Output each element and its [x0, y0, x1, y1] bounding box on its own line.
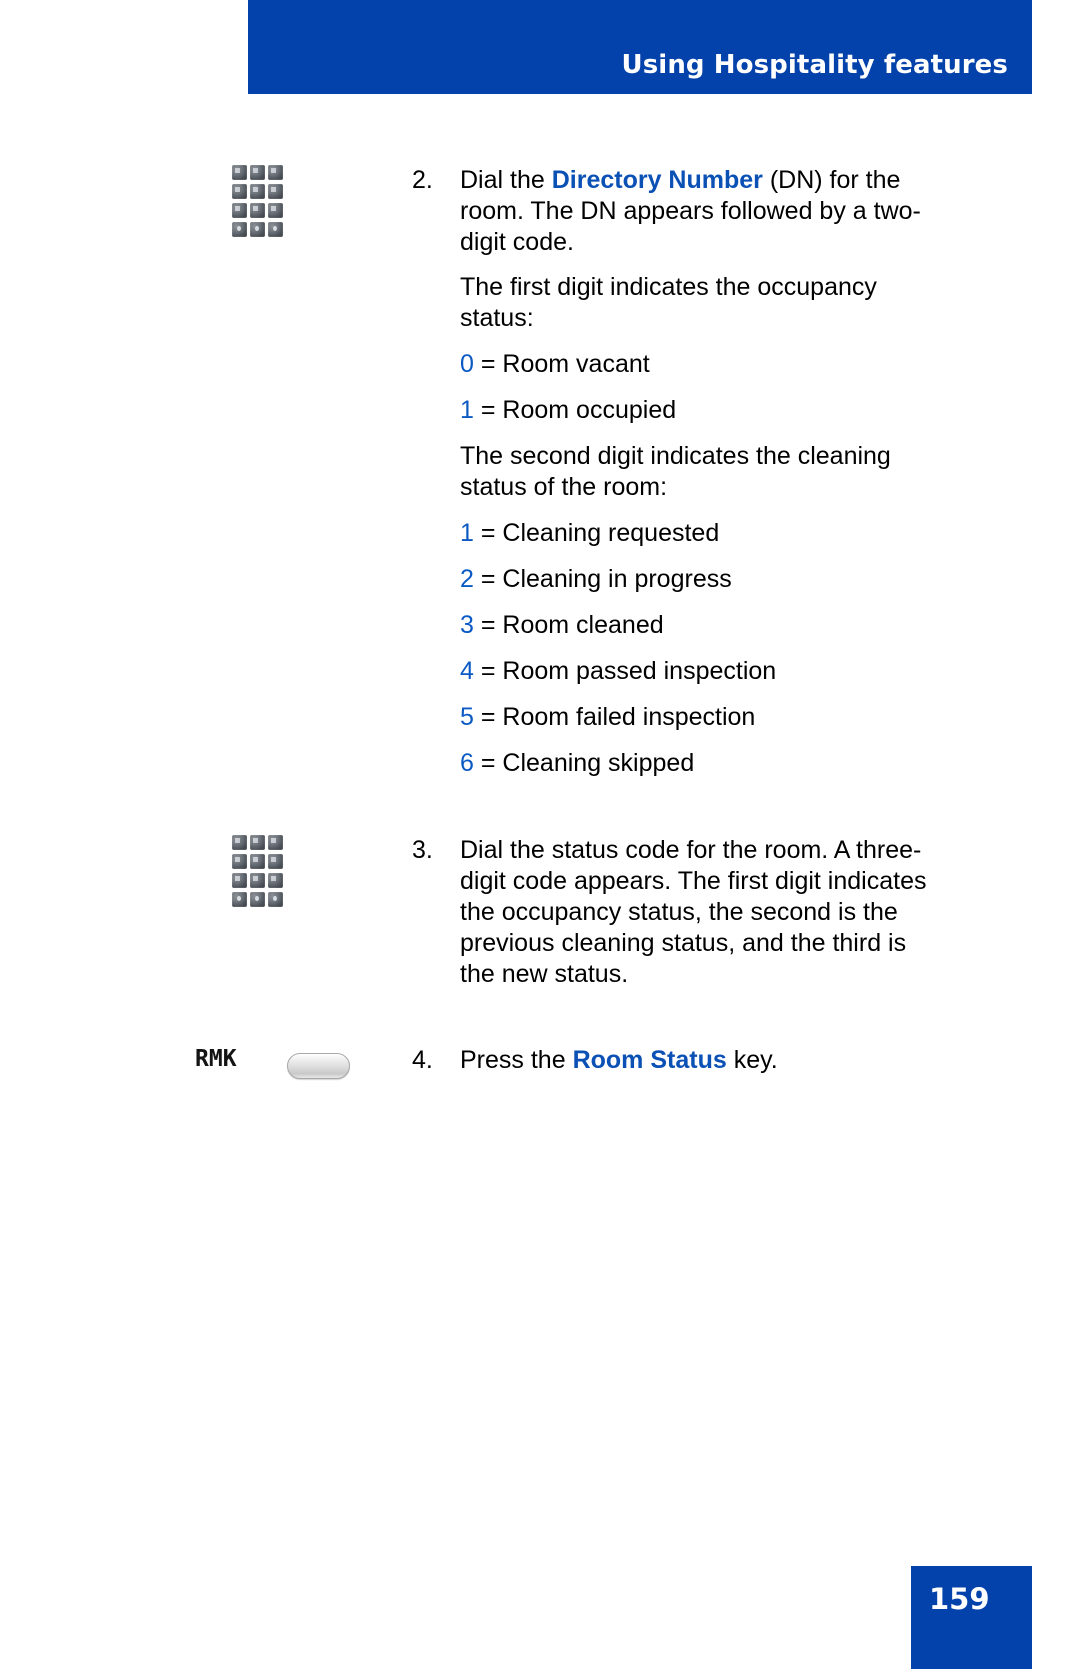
step-3-text: Dial the status code for the room. A thr…	[460, 836, 927, 988]
keypad-icon	[232, 165, 283, 237]
cleaning-code-1-equals: =	[480, 519, 496, 547]
cleaning-code-4-label: Room passed inspection	[502, 657, 777, 685]
occupancy-code-0-equals: =	[480, 350, 496, 378]
cleaning-code-2-label: Cleaning in progress	[502, 565, 732, 593]
keypad-key	[250, 203, 265, 218]
cleaning-code-3-label: Room cleaned	[502, 611, 664, 639]
occupancy-intro-paragraph: The first digit indicates the occupancy …	[460, 273, 877, 332]
directory-number-term: Directory Number	[551, 166, 763, 194]
occupancy-code-0-digit: 0	[460, 350, 474, 378]
keypad-key	[268, 165, 283, 180]
keypad-key	[232, 165, 247, 180]
occupancy-code-row: 0 = Room vacant	[460, 349, 650, 380]
keypad-key	[232, 835, 247, 850]
step-2: 2. Dial the Directory Number (DN) for th…	[412, 165, 932, 258]
rmk-display-label: RMK	[195, 1046, 237, 1072]
keypad-key	[268, 203, 283, 218]
keypad-key	[268, 873, 283, 888]
keypad-icon	[232, 835, 283, 907]
keypad-key	[268, 184, 283, 199]
keypad-key	[232, 892, 247, 907]
cleaning-code-1-digit: 1	[460, 519, 474, 547]
room-status-term: Room Status	[572, 1046, 727, 1074]
keypad-key	[232, 184, 247, 199]
occupancy-code-row: 1 = Room occupied	[460, 395, 676, 426]
occupancy-code-1-label: Room occupied	[502, 396, 677, 424]
keypad-key	[250, 222, 265, 237]
cleaning-code-6-label: Cleaning skipped	[502, 749, 695, 777]
keypad-key	[250, 873, 265, 888]
page-content: 2. Dial the Directory Number (DN) for th…	[0, 0, 1080, 1669]
cleaning-code-2-equals: =	[480, 565, 496, 593]
step-2-number: 2.	[412, 166, 433, 194]
cleaning-code-6-equals: =	[480, 749, 496, 777]
keypad-key	[268, 222, 283, 237]
step-2-text: Dial the Directory Number (DN) for the r…	[460, 165, 932, 258]
cleaning-code-5-equals: =	[480, 703, 496, 731]
step-2-text-lead: Dial the	[460, 166, 552, 194]
keypad-key	[268, 892, 283, 907]
keypad-key	[232, 854, 247, 869]
cleaning-code-row: 5 = Room failed inspection	[460, 702, 755, 733]
keypad-key	[232, 203, 247, 218]
cleaning-code-row: 4 = Room passed inspection	[460, 656, 776, 687]
page-number: 159	[929, 1582, 990, 1616]
cleaning-code-2-digit: 2	[460, 565, 474, 593]
keypad-key	[268, 835, 283, 850]
keypad-key	[268, 854, 283, 869]
cleaning-code-4-equals: =	[480, 657, 496, 685]
cleaning-code-row: 2 = Cleaning in progress	[460, 564, 732, 595]
keypad-key	[250, 854, 265, 869]
step-4-text-tail: key.	[726, 1046, 778, 1074]
cleaning-code-row: 6 = Cleaning skipped	[460, 748, 694, 779]
cleaning-code-row: 3 = Room cleaned	[460, 610, 664, 641]
cleaning-intro-paragraph: The second digit indicates the cleaning …	[460, 442, 891, 501]
cleaning-code-1-label: Cleaning requested	[502, 519, 720, 547]
occupancy-code-1-digit: 1	[460, 396, 474, 424]
cleaning-code-4-digit: 4	[460, 657, 474, 685]
cleaning-code-3-digit: 3	[460, 611, 474, 639]
step-4-text-lead: Press the	[460, 1046, 573, 1074]
step-4-text: Press the Room Status key.	[460, 1045, 932, 1076]
room-status-softkey-button[interactable]	[287, 1053, 350, 1079]
keypad-key	[232, 873, 247, 888]
keypad-key	[250, 892, 265, 907]
step-4: 4. Press the Room Status key.	[412, 1045, 932, 1076]
footer-page-box: 159	[911, 1566, 1032, 1669]
occupancy-code-0-label: Room vacant	[502, 350, 650, 378]
cleaning-code-5-label: Room failed inspection	[502, 703, 756, 731]
cleaning-code-3-equals: =	[480, 611, 496, 639]
step-4-number: 4.	[412, 1046, 433, 1074]
keypad-key	[250, 184, 265, 199]
occupancy-code-1-equals: =	[480, 396, 496, 424]
keypad-key	[250, 165, 265, 180]
cleaning-code-row: 1 = Cleaning requested	[460, 518, 719, 549]
keypad-key	[250, 835, 265, 850]
cleaning-code-6-digit: 6	[460, 749, 474, 777]
keypad-key	[232, 222, 247, 237]
step-3: 3. Dial the status code for the room. A …	[412, 835, 942, 990]
cleaning-code-5-digit: 5	[460, 703, 474, 731]
step-3-number: 3.	[412, 836, 433, 864]
